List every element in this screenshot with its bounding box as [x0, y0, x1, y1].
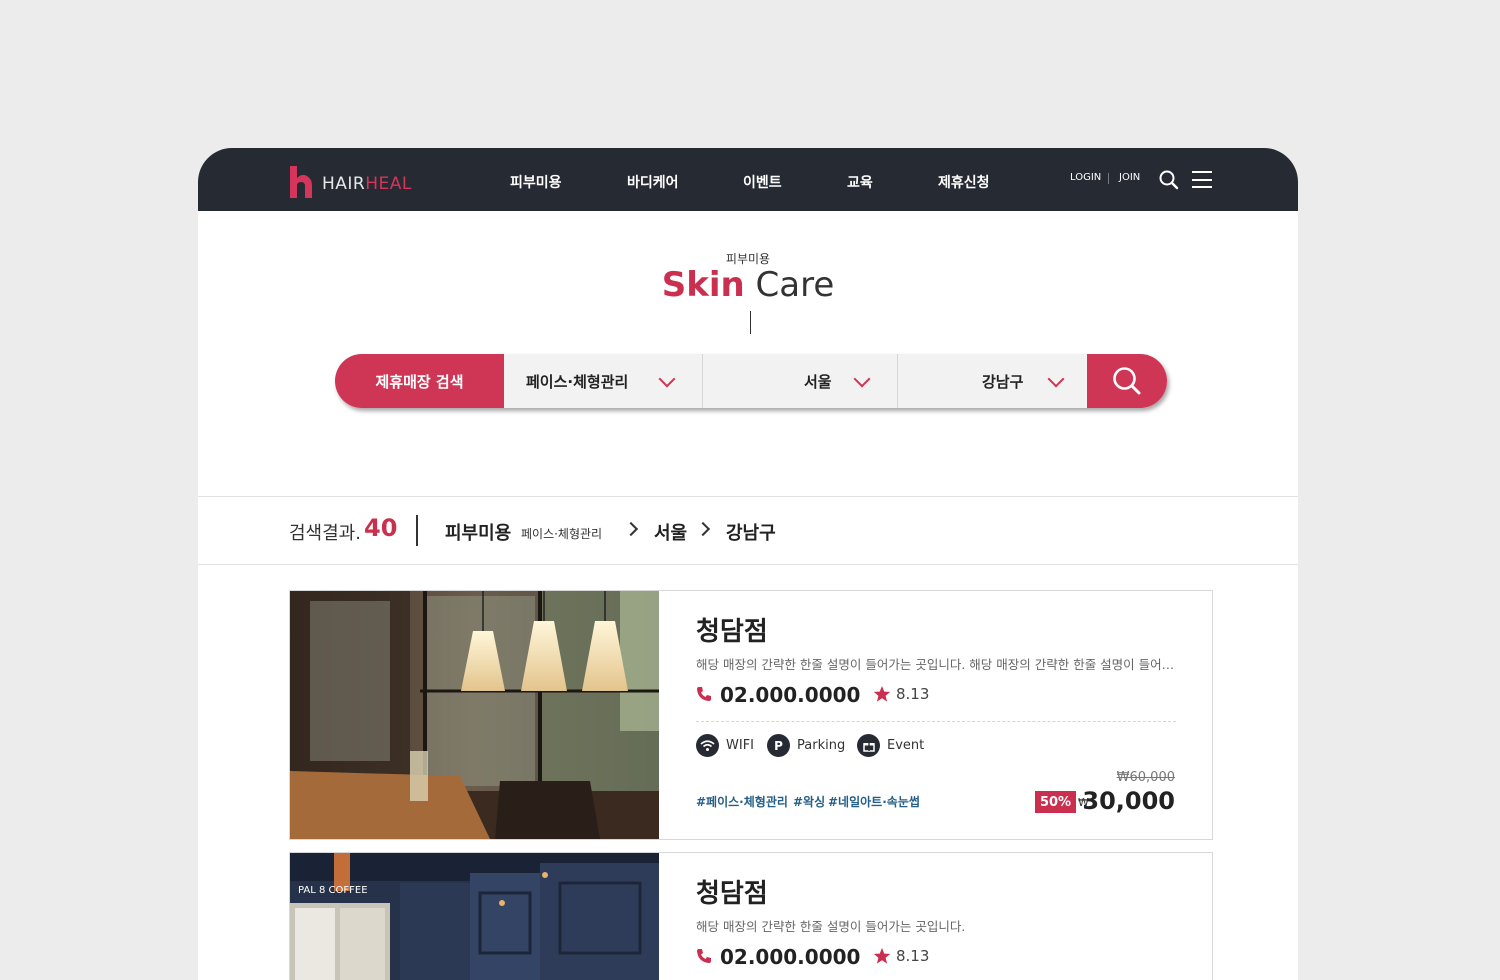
breadcrumb-city: 서울: [654, 523, 688, 544]
store-search-bar: 제휴매장 검색 페이스·체형관리 서울 강남구: [335, 354, 1167, 408]
sign-text: PAL 8 COFFEE: [298, 885, 368, 896]
chevron-right-icon: [695, 521, 711, 537]
city-select-value: 서울: [804, 372, 832, 391]
store-card[interactable]: 청담점 해당 매장의 간략한 한줄 설명이 들어가는 곳입니다. 해당 매장의 …: [289, 590, 1213, 840]
amenity-event: Event: [857, 734, 924, 757]
category-select[interactable]: 페이스·체형관리: [526, 354, 628, 408]
logo-text-accent: HEAL: [365, 174, 412, 194]
hashtag-link[interactable]: #페이스·체형관리: [696, 793, 788, 810]
nav-item-skin-care[interactable]: 피부미용: [510, 172, 562, 192]
search-icon: [1113, 367, 1141, 395]
district-select[interactable]: 강남구: [982, 354, 1023, 408]
nav-item-body-care[interactable]: 바디케어: [627, 172, 679, 192]
amenity-wifi: WIFI: [696, 734, 754, 757]
district-select-value: 강남구: [982, 372, 1024, 391]
card-divider: [696, 721, 1176, 722]
result-label: 검색결과.: [289, 523, 361, 544]
title-rest: Care: [755, 265, 835, 305]
logo-h-icon: [290, 166, 312, 198]
hashtag-link[interactable]: #네일아트·속눈썹: [828, 793, 920, 810]
store-description: 해당 매장의 간략한 한줄 설명이 들어가는 곳입니다.: [696, 919, 966, 934]
logo[interactable]: HAIRHEAL: [288, 164, 412, 198]
amenity-label: Event: [887, 738, 925, 753]
result-divider: [416, 515, 418, 546]
search-result-summary: 검색결과. 40 피부미용 페이스·체형관리 서울 강남구: [198, 496, 1298, 565]
store-name: 청담점: [696, 879, 768, 909]
logo-text-main: HAIR: [322, 174, 366, 194]
store-rating: 8.13: [896, 947, 930, 965]
join-link[interactable]: JOIN: [1119, 172, 1140, 183]
store-rating: 8.13: [896, 685, 930, 703]
chevron-down-icon: [853, 370, 871, 388]
search-icon[interactable]: [1159, 170, 1179, 190]
gift-icon: [857, 734, 880, 757]
phone-icon: [697, 949, 711, 963]
wifi-icon: [696, 734, 719, 757]
select-divider: [702, 354, 703, 408]
parking-icon: P: [767, 734, 790, 757]
breadcrumb-subcategory: 페이스·체형관리: [521, 527, 603, 541]
title-divider: [750, 311, 751, 334]
breadcrumb-district: 강남구: [726, 523, 776, 544]
star-icon: [873, 948, 891, 964]
search-bar-label: 제휴매장 검색: [335, 354, 504, 408]
page-title: Skin Care: [198, 265, 1298, 305]
store-card[interactable]: PAL 8 COFFEE 청담점 해당 매장의 간략한 한줄 설명이 들어가는 …: [289, 852, 1213, 980]
login-link[interactable]: LOGIN: [1070, 172, 1101, 183]
store-phone: 02.000.0000: [720, 683, 861, 707]
search-button[interactable]: [1087, 354, 1167, 408]
discount-badge: 50%: [1035, 791, 1076, 813]
category-select-value: 페이스·체형관리: [526, 372, 629, 391]
top-navigation-bar: HAIRHEAL 피부미용 바디케어 이벤트 교육 제휴신청 LOGIN JOI…: [198, 148, 1298, 211]
nav-item-education[interactable]: 교육: [847, 172, 873, 192]
amenity-parking: P Parking: [767, 734, 845, 757]
store-photo: PAL 8 COFFEE: [290, 853, 659, 980]
store-description: 해당 매장의 간략한 한줄 설명이 들어가는 곳입니다. 해당 매장의 간략한 …: [696, 657, 1176, 672]
phone-icon: [697, 687, 711, 701]
star-icon: [873, 686, 891, 702]
nav-item-partnership[interactable]: 제휴신청: [938, 172, 990, 192]
select-divider: [897, 354, 898, 408]
chevron-down-icon: [1047, 370, 1065, 388]
amenity-label: WIFI: [726, 738, 754, 753]
util-divider: [1108, 173, 1109, 184]
hashtag-link[interactable]: #왁싱: [793, 793, 825, 810]
city-select[interactable]: 서울: [804, 354, 832, 408]
nav-item-event[interactable]: 이벤트: [743, 172, 782, 192]
result-count: 40: [364, 514, 398, 542]
store-phone: 02.000.0000: [720, 945, 861, 969]
store-name: 청담점: [696, 617, 768, 647]
chevron-right-icon: [623, 521, 639, 537]
original-price: ₩60,000: [1116, 770, 1175, 785]
breadcrumb-category: 피부미용: [445, 523, 512, 544]
hamburger-menu-icon[interactable]: [1192, 171, 1212, 188]
sale-price: 30,000: [1082, 787, 1175, 815]
page-frame: HAIRHEAL 피부미용 바디케어 이벤트 교육 제휴신청 LOGIN JOI…: [198, 148, 1298, 980]
title-accent: Skin: [661, 265, 745, 305]
amenity-label: Parking: [797, 738, 846, 753]
store-photo: [290, 591, 659, 839]
chevron-down-icon: [658, 370, 676, 388]
